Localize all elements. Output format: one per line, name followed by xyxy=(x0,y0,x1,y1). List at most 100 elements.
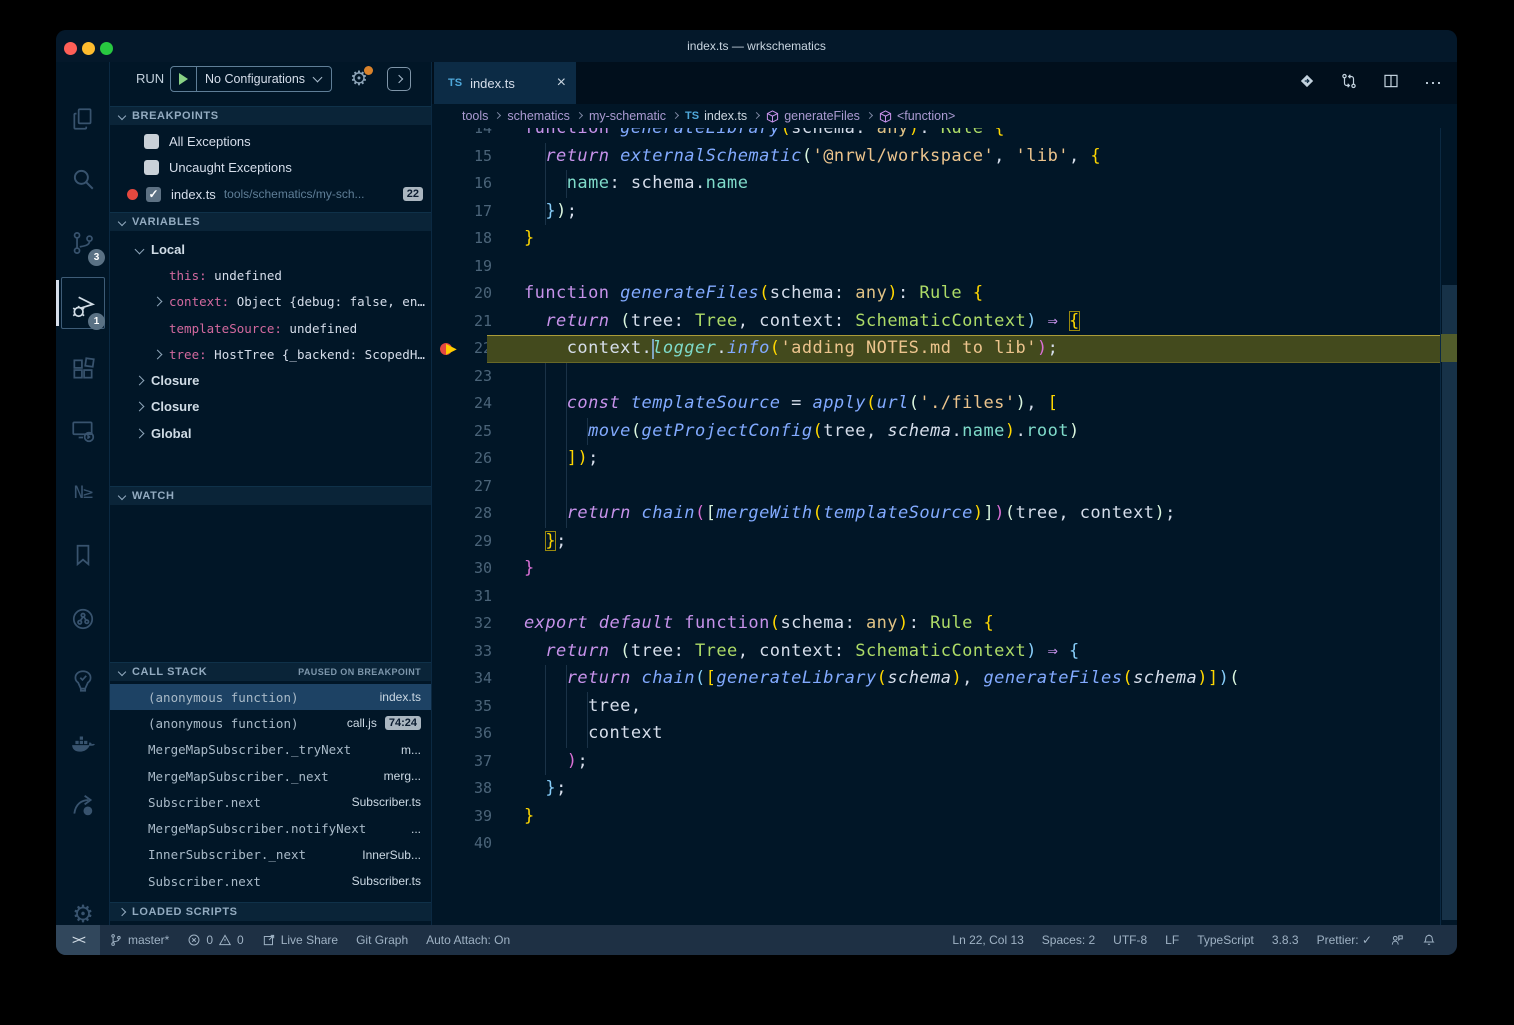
variable-row[interactable]: this: undefined xyxy=(110,262,431,288)
status-language-mode[interactable]: TypeScript xyxy=(1188,925,1263,955)
status-ts-version[interactable]: 3.8.3 xyxy=(1263,925,1308,955)
variables-list: Localthis: undefinedcontext: Object {deb… xyxy=(110,236,431,446)
debug-console-icon[interactable] xyxy=(387,67,411,91)
line-number: 14 xyxy=(432,128,492,143)
breadcrumb-item[interactable]: my-schematic xyxy=(589,109,666,123)
remote-explorer-icon[interactable] xyxy=(56,404,110,458)
chevron-down-icon[interactable] xyxy=(135,244,145,254)
variable-row[interactable]: Closure xyxy=(110,394,431,420)
line-number: 24 xyxy=(432,390,492,418)
code-text: }; xyxy=(524,528,567,556)
frame-name: MergeMapSubscriber.notifyNext xyxy=(148,821,401,836)
status-cursor-position[interactable]: Ln 22, Col 13 xyxy=(943,925,1032,955)
breadcrumb-item[interactable]: tools xyxy=(462,109,488,123)
status-remote-indicator[interactable]: >< xyxy=(56,925,100,955)
variable-row[interactable]: Local xyxy=(110,236,431,262)
search-icon[interactable] xyxy=(56,152,110,206)
docker-icon[interactable] xyxy=(56,716,110,770)
code-line: 20function generateFiles(schema: any): R… xyxy=(432,280,1440,308)
line-number: 15 xyxy=(432,143,492,171)
chevron-right-icon[interactable] xyxy=(135,376,145,386)
nx-console-icon[interactable]: N≥ xyxy=(56,466,110,520)
call-stack-row[interactable]: InnerSubscriber._next InnerSub... xyxy=(110,842,431,868)
status-feedback[interactable] xyxy=(1381,925,1413,955)
tab-index-ts[interactable]: TS index.ts × xyxy=(434,62,576,104)
status-live-share[interactable]: Live Share xyxy=(253,925,347,955)
configure-gear-icon[interactable]: ⚙ xyxy=(347,66,371,92)
call-stack-section-header[interactable]: CALL STACK PAUSED ON BREAKPOINT xyxy=(110,662,431,681)
breakpoint-row[interactable]: ✓index.tstools/schematics/my-sch...22 xyxy=(110,181,431,208)
variable-row[interactable]: Global xyxy=(110,420,431,446)
call-stack-row[interactable]: MergeMapSubscriber._nextmerg... xyxy=(110,763,431,789)
explorer-icon[interactable] xyxy=(56,92,110,146)
call-stack-row[interactable]: MergeMapSubscriber.notifyNext... xyxy=(110,815,431,841)
watch-section-header[interactable]: WATCH xyxy=(110,486,431,505)
code-line: 40 xyxy=(432,830,1440,858)
start-debug-icon[interactable] xyxy=(179,73,188,85)
code-text: return externalSchematic('@nrwl/workspac… xyxy=(524,143,1101,171)
call-stack-row[interactable]: Subscriber.nextSubscriber.ts xyxy=(110,868,431,894)
more-actions-icon[interactable]: ⋯ xyxy=(1424,73,1443,94)
variable-row[interactable]: templateSource: undefined xyxy=(110,315,431,341)
breadcrumb-item[interactable]: schematics xyxy=(507,109,570,123)
status-encoding[interactable]: UTF-8 xyxy=(1104,925,1156,955)
code-text: function generateLibrary(schema: any): R… xyxy=(524,128,1005,143)
remote-indicator-icon[interactable]: >< xyxy=(56,925,100,955)
share-icon[interactable] xyxy=(56,779,110,833)
call-stack-row[interactable]: (anonymous function)call.js74:24 xyxy=(110,710,431,736)
breakpoint-row[interactable]: Uncaught Exceptions xyxy=(110,155,431,182)
scrollbar-slider[interactable] xyxy=(1442,285,1457,920)
status-problems[interactable]: 00 xyxy=(178,925,252,955)
breakpoint-checkbox[interactable] xyxy=(144,134,159,149)
extensions-icon[interactable] xyxy=(56,342,110,396)
git-history-icon[interactable] xyxy=(56,592,110,646)
bookmarks-icon[interactable] xyxy=(56,528,110,582)
split-editor-icon[interactable] xyxy=(1382,72,1400,95)
status-bar-left: ><master*00Live ShareGit GraphAuto Attac… xyxy=(56,925,943,955)
line-number: 30 xyxy=(432,555,492,583)
source-control-icon[interactable]: 3 xyxy=(56,216,110,270)
debug-sidebar: RUN No Configurations ⚙ BREAKPOINTS All … xyxy=(110,62,432,925)
chevron-right-icon[interactable] xyxy=(135,428,145,438)
breakpoint-checkbox[interactable]: ✓ xyxy=(146,187,161,202)
call-stack-row[interactable]: MergeMapSubscriber._tryNextm... xyxy=(110,737,431,763)
breakpoint-row[interactable]: All Exceptions xyxy=(110,128,431,155)
call-stack-row[interactable]: Subscriber.nextSubscriber.ts xyxy=(110,789,431,815)
run-and-debug-icon[interactable]: 1 xyxy=(56,280,110,334)
debug-config-dropdown[interactable]: No Configurations xyxy=(170,66,332,92)
debug-badge: 1 xyxy=(88,313,105,330)
close-tab-icon[interactable]: × xyxy=(557,74,566,92)
breadcrumb-item[interactable]: generateFiles xyxy=(766,109,860,123)
status-git-branch[interactable]: master* xyxy=(100,925,178,955)
breakpoints-section-header[interactable]: BREAKPOINTS xyxy=(110,106,431,125)
status-git-graph[interactable]: Git Graph xyxy=(347,925,417,955)
open-changes-icon[interactable] xyxy=(1298,72,1316,95)
status-eol[interactable]: LF xyxy=(1156,925,1188,955)
code-line: 15 return externalSchematic('@nrwl/works… xyxy=(432,143,1440,171)
frame-file: InnerSub... xyxy=(362,848,421,862)
frame-name: InnerSubscriber._next xyxy=(148,847,352,862)
variable-row[interactable]: context: Object {debug: false, en… xyxy=(110,289,431,315)
status-indentation[interactable]: Spaces: 2 xyxy=(1033,925,1104,955)
test-explorer-icon[interactable] xyxy=(56,654,110,708)
chevron-right-icon[interactable] xyxy=(153,349,163,359)
compare-commits-icon[interactable] xyxy=(1340,72,1358,95)
status-auto-attach[interactable]: Auto Attach: On xyxy=(417,925,519,955)
loaded-scripts-section-header[interactable]: LOADED SCRIPTS xyxy=(110,902,431,921)
breadcrumb-item[interactable]: <function> xyxy=(879,109,955,123)
code-editor[interactable]: 14 function generateLibrary(schema: any):… xyxy=(432,128,1457,925)
variable-value: Object {debug: false, en… xyxy=(229,294,425,309)
variables-section-header[interactable]: VARIABLES xyxy=(110,212,431,231)
variable-row[interactable]: Closure xyxy=(110,367,431,393)
breakpoint-checkbox[interactable] xyxy=(144,160,159,175)
breakpoint-label: All Exceptions xyxy=(169,134,251,149)
code-text: return chain([mergeWith(templateSource)]… xyxy=(524,500,1176,528)
variable-row[interactable]: tree: HostTree {_backend: ScopedH… xyxy=(110,341,431,367)
chevron-right-icon[interactable] xyxy=(135,402,145,412)
status-prettier[interactable]: Prettier: ✓ xyxy=(1308,925,1381,955)
status-notifications[interactable] xyxy=(1413,925,1445,955)
call-stack-row[interactable]: (anonymous function)index.ts xyxy=(110,684,431,710)
breadcrumb-item[interactable]: TSindex.ts xyxy=(685,109,747,123)
frame-name: MergeMapSubscriber._next xyxy=(148,769,374,784)
chevron-right-icon[interactable] xyxy=(153,297,163,307)
